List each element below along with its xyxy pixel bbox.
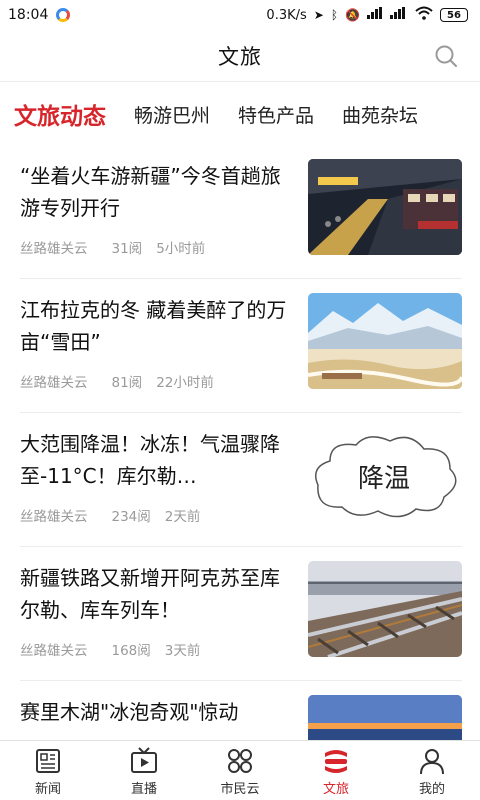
article-item[interactable]: 新疆铁路又新增开阿克苏至库尔勒、库车列车！ 丝路雄关云 168阅 3天前 [20, 547, 462, 681]
app-notification-icon [56, 8, 71, 22]
nav-culture-travel[interactable]: 文旅 [288, 741, 384, 800]
signal-hd-icon [390, 7, 408, 23]
article-views: 81阅 [111, 375, 143, 391]
location-icon: ➤ [313, 8, 324, 22]
network-speed: 0.3K/s [266, 7, 307, 23]
nav-label: 市民云 [220, 782, 260, 797]
page-title: 文旅 [218, 44, 262, 69]
live-tv-icon [131, 747, 157, 773]
nav-citizen-cloud[interactable]: 市民云 [192, 741, 288, 800]
nav-label: 新闻 [34, 782, 61, 797]
profile-icon [420, 749, 444, 775]
signal-icon [367, 7, 383, 23]
search-button[interactable] [434, 44, 458, 68]
article-source: 丝路雄关云 [20, 643, 88, 659]
nav-news[interactable]: 新闻 [0, 741, 96, 800]
article-source: 丝路雄关云 [20, 375, 88, 391]
article-list: “坐着火车游新疆”今冬首趟旅游专列开行 丝路雄关云 31阅 5小时前 江布拉克的… [0, 145, 480, 740]
article-item[interactable]: 大范围降温！冰冻！气温骤降至-11°C！库尔勒… 丝路雄关云 234阅 2天前 … [20, 413, 462, 547]
article-views: 234阅 [111, 509, 151, 525]
article-time: 5小时前 [156, 241, 206, 257]
status-time: 18:04 [8, 7, 49, 23]
citizen-cloud-icon [228, 749, 252, 773]
article-views: 31阅 [111, 241, 143, 257]
nav-label: 文旅 [322, 782, 349, 797]
article-item[interactable]: 赛里木湖"冰泡奇观"惊动 [20, 681, 462, 740]
article-title: 新疆铁路又新增开阿克苏至库尔勒、库车列车！ [20, 566, 280, 622]
article-thumbnail-railway [308, 561, 462, 657]
article-time: 3天前 [164, 643, 201, 659]
bluetooth-icon: ᛒ [330, 8, 339, 22]
article-meta: 丝路雄关云 168阅 3天前 [20, 639, 200, 659]
tab-tour-bazhou[interactable]: 畅游巴州 [134, 101, 210, 128]
tab-folk-arts[interactable]: 曲苑杂坛 [342, 101, 418, 128]
article-thumbnail-lake [308, 695, 462, 740]
nav-label: 我的 [418, 782, 445, 797]
article-time: 2天前 [164, 509, 201, 525]
mute-icon: 🔕 [345, 8, 360, 22]
nav-label: 直播 [130, 782, 157, 797]
article-title: 江布拉克的冬 藏着美醉了的万亩“雪田” [20, 298, 287, 354]
article-thumbnail-cooling: 降温 [308, 427, 462, 523]
article-thumbnail-snow-field [308, 293, 462, 389]
article-thumbnail-train-station [308, 159, 462, 255]
article-source: 丝路雄关云 [20, 509, 88, 525]
article-meta: 丝路雄关云 31阅 5小时前 [20, 237, 205, 257]
nav-profile[interactable]: 我的 [384, 741, 480, 800]
search-icon [435, 45, 457, 67]
article-time: 22小时前 [156, 375, 214, 391]
culture-travel-icon [325, 750, 347, 773]
status-bar: 18:04 0.3K/s ➤ ᛒ 🔕 56 [0, 0, 480, 30]
article-title: 大范围降温！冰冻！气温骤降至-11°C！库尔勒… [20, 432, 280, 488]
battery-icon: 56 [440, 8, 468, 22]
article-meta: 丝路雄关云 234阅 2天前 [20, 505, 200, 525]
news-icon [36, 749, 60, 773]
article-item[interactable]: “坐着火车游新疆”今冬首趟旅游专列开行 丝路雄关云 31阅 5小时前 [20, 145, 462, 279]
tab-culture-news[interactable]: 文旅动态 [14, 97, 106, 131]
article-title: 赛里木湖"冰泡奇观"惊动 [20, 700, 239, 724]
article-source: 丝路雄关云 [20, 241, 88, 257]
article-item[interactable]: 江布拉克的冬 藏着美醉了的万亩“雪田” 丝路雄关云 81阅 22小时前 [20, 279, 462, 413]
article-title: “坐着火车游新疆”今冬首趟旅游专列开行 [20, 164, 281, 220]
status-right: 0.3K/s ➤ ᛒ 🔕 56 [266, 6, 468, 24]
app-header: 文旅 [0, 30, 480, 82]
status-left: 18:04 [8, 7, 71, 23]
article-views: 168阅 [111, 643, 151, 659]
category-tabs: 文旅动态 畅游巴州 特色产品 曲苑杂坛 [0, 83, 480, 145]
nav-live[interactable]: 直播 [96, 741, 192, 800]
article-meta: 丝路雄关云 81阅 22小时前 [20, 371, 214, 391]
tab-specialty-products[interactable]: 特色产品 [238, 101, 314, 128]
bottom-navigation: 新闻 直播 市民云 文旅 我的 [0, 740, 480, 800]
wifi-icon [415, 6, 433, 24]
cooling-graphic-text: 降温 [358, 464, 410, 494]
